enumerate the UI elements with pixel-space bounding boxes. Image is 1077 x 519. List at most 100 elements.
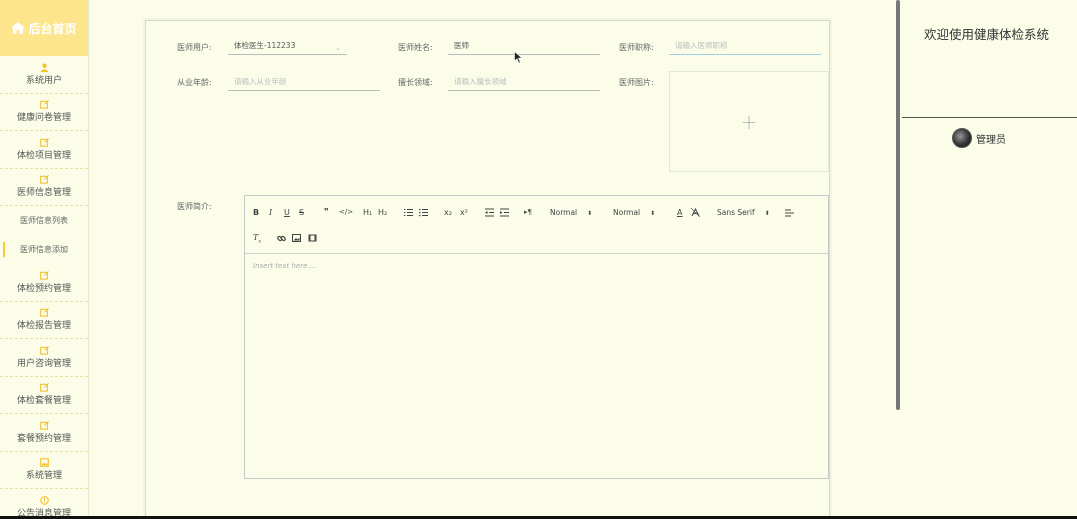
chevron-down-icon: ⌄ xyxy=(335,44,341,52)
years-label: 从业年龄: xyxy=(177,78,212,87)
blockquote-button[interactable]: ❞ xyxy=(324,207,329,216)
menu-item-system-management[interactable]: 系统管理 xyxy=(0,452,88,489)
font-select[interactable]: Sans Serif ⬍ xyxy=(717,208,770,217)
user-menu[interactable]: 管理员 xyxy=(952,128,1006,148)
menu-label: 体检项目管理 xyxy=(16,150,71,161)
menu-item-system-users[interactable]: 系统用户 xyxy=(0,56,88,94)
bullet-list-icon[interactable] xyxy=(419,208,428,217)
photo-label: 医师图片: xyxy=(619,78,654,87)
ordered-list-icon[interactable] xyxy=(404,208,413,217)
doctor-name-value: 医师 xyxy=(454,41,469,50)
years-input[interactable]: 请输入从业年龄 xyxy=(228,77,380,91)
doctor-name-input[interactable]: 医师 xyxy=(448,41,600,55)
menu-label: 用户咨询管理 xyxy=(16,358,71,369)
background-color-icon[interactable] xyxy=(691,208,700,217)
home-icon xyxy=(11,22,26,34)
edit-icon xyxy=(39,270,49,280)
brand-title: 后台首页 xyxy=(28,21,77,36)
menu-label: 系统管理 xyxy=(25,471,62,482)
header-select[interactable]: Normal ⬍ xyxy=(613,208,655,217)
username: 管理员 xyxy=(976,134,1006,146)
menu-label: 体检套餐管理 xyxy=(16,396,71,407)
menu-label: 公告消息管理 xyxy=(16,508,71,516)
edit-icon xyxy=(39,383,49,392)
strike-button[interactable]: S xyxy=(299,208,304,217)
italic-button[interactable]: I xyxy=(269,208,272,217)
plus-icon: + xyxy=(740,109,758,134)
video-icon[interactable] xyxy=(308,234,317,242)
direction-icon[interactable]: ▸¶ xyxy=(524,208,532,216)
updown-icon: ⬍ xyxy=(587,210,593,217)
menu-item-announcements[interactable]: 公告消息管理 xyxy=(0,489,88,516)
superscript-button[interactable]: x² xyxy=(460,208,468,217)
right-panel: 欢迎使用健康体检系统 管理员 xyxy=(896,0,1077,516)
doctor-form-card: 医师用户: 体检医生-112233 ⌄ 医师姓名: 医师 医师职称: 请输入医师… xyxy=(145,20,830,519)
doctor-title-label: 医师职称: xyxy=(619,43,654,52)
welcome-text: 欢迎使用健康体检系统 xyxy=(923,27,1049,42)
photo-upload[interactable]: + xyxy=(669,71,829,172)
menu-label: 体检报告管理 xyxy=(16,321,71,332)
specialty-input[interactable]: 请输入擅长领域 xyxy=(448,77,600,91)
editor-toolbar: B I U S ❞ </> H₁ H₂ x₂ x² ▸¶ Normal ⬍ Nor… xyxy=(245,196,828,254)
menu-item-package-appointments[interactable]: 套餐预约管理 xyxy=(0,414,88,452)
menu-item-appointments[interactable]: 体检预约管理 xyxy=(0,264,88,302)
sidebar: 后台首页 系统用户 健康问卷管理 体检项目管理 医师信息管理 医师信息列表 医师… xyxy=(0,0,89,516)
user-icon xyxy=(39,63,49,72)
size-select[interactable]: Normal ⬍ xyxy=(550,208,592,217)
editor-content-area[interactable]: Insert text here ... xyxy=(245,254,828,278)
menu-item-reports[interactable]: 体检报告管理 xyxy=(0,302,88,339)
menu-item-questionnaire[interactable]: 健康问卷管理 xyxy=(0,94,88,131)
link-icon[interactable] xyxy=(277,234,286,243)
mouse-cursor-icon xyxy=(514,51,523,64)
menu-label: 体检预约管理 xyxy=(16,283,71,294)
font-select-value: Sans Serif xyxy=(717,208,755,217)
intro-label: 医师简介: xyxy=(177,202,212,211)
scrollbar[interactable] xyxy=(896,0,900,410)
years-placeholder: 请输入从业年龄 xyxy=(234,77,287,86)
edit-icon xyxy=(39,175,49,184)
edit-icon xyxy=(39,345,49,355)
outdent-icon[interactable] xyxy=(485,208,494,217)
h2-button[interactable]: H₂ xyxy=(378,208,387,217)
edit-icon xyxy=(39,137,49,147)
specialty-label: 擅长领域: xyxy=(398,78,433,87)
submenu-item-doctor-add[interactable]: 医师信息添加 xyxy=(0,235,88,264)
edit-icon xyxy=(39,420,49,430)
indent-icon[interactable] xyxy=(500,208,509,217)
menu-item-doctor-info[interactable]: 医师信息管理 xyxy=(0,169,88,206)
menu-item-consultation[interactable]: 用户咨询管理 xyxy=(0,339,88,377)
size-select-value: Normal xyxy=(550,208,578,217)
doctor-user-label: 医师用户: xyxy=(177,43,212,52)
image-icon[interactable] xyxy=(292,234,301,242)
main-content: 医师用户: 体检医生-112233 ⌄ 医师姓名: 医师 医师职称: 请输入医师… xyxy=(89,0,896,519)
avatar xyxy=(952,128,972,148)
submenu-item-doctor-list[interactable]: 医师信息列表 xyxy=(0,206,88,235)
intro-rich-editor: B I U S ❞ </> H₁ H₂ x₂ x² ▸¶ Normal ⬍ Nor… xyxy=(244,195,829,479)
brand-home-link[interactable]: 后台首页 xyxy=(0,0,88,56)
text-color-icon[interactable]: A xyxy=(677,208,682,217)
image-icon xyxy=(39,458,49,468)
menu-item-exam-items[interactable]: 体检项目管理 xyxy=(0,131,88,169)
underline-button[interactable]: U xyxy=(284,208,290,217)
divider xyxy=(902,117,1077,118)
edit-icon xyxy=(39,100,49,109)
doctor-title-input[interactable]: 请输入医师职称 xyxy=(669,41,821,55)
edit-icon xyxy=(39,308,49,317)
updown-icon: ⬍ xyxy=(764,210,770,217)
clear-format-icon[interactable]: Tx xyxy=(253,233,261,245)
subscript-button[interactable]: x₂ xyxy=(444,208,452,217)
doctor-user-value: 体检医生-112233 xyxy=(234,41,296,50)
menu-item-packages[interactable]: 体检套餐管理 xyxy=(0,377,88,414)
align-left-icon[interactable] xyxy=(785,209,794,217)
doctor-title-placeholder: 请输入医师职称 xyxy=(675,41,728,50)
h1-button[interactable]: H₁ xyxy=(363,208,372,217)
menu-label: 系统用户 xyxy=(25,75,62,86)
menu-label: 健康问卷管理 xyxy=(16,113,71,124)
header-select-value: Normal xyxy=(613,208,641,217)
bold-button[interactable]: B xyxy=(253,208,259,217)
editor-placeholder: Insert text here ... xyxy=(253,262,317,270)
doctor-user-select[interactable]: 体检医生-112233 ⌄ xyxy=(228,41,347,55)
info-icon xyxy=(39,495,49,505)
code-button[interactable]: </> xyxy=(339,208,353,216)
menu-label: 套餐预约管理 xyxy=(16,433,71,444)
